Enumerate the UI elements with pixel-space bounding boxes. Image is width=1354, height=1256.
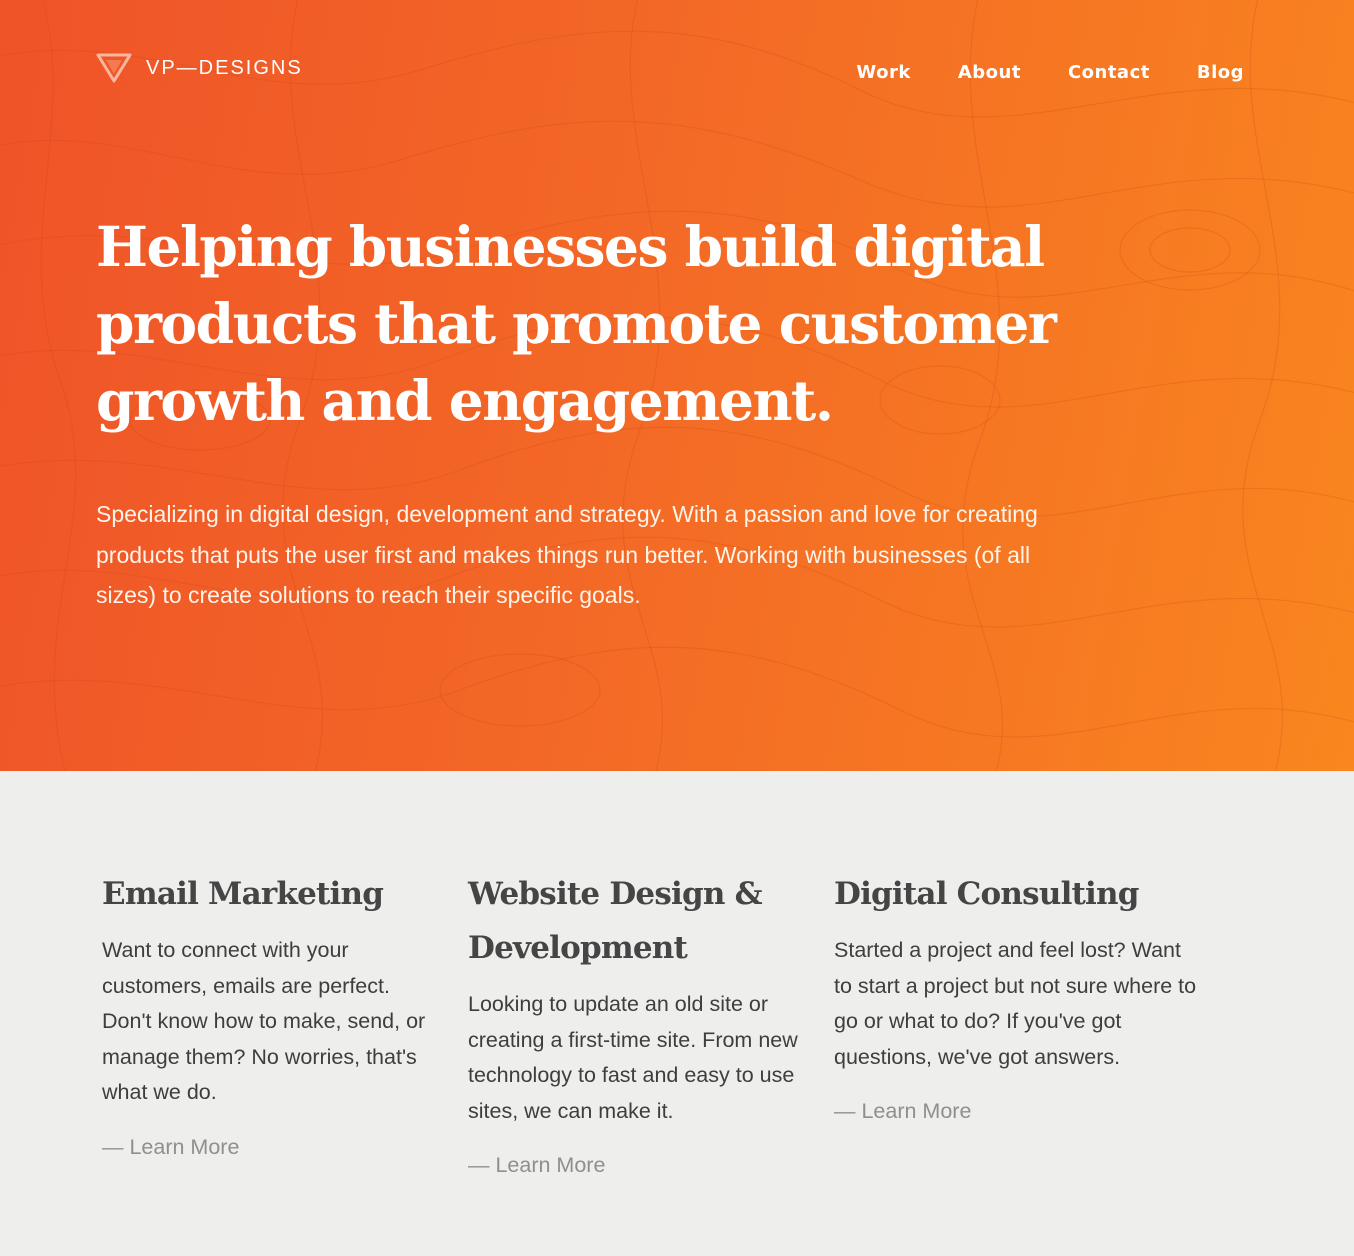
services-section: Email Marketing Want to connect with you… — [0, 771, 1354, 1256]
hero-headline: Helping businesses build digital product… — [96, 214, 1057, 433]
service-title: Email Marketing — [102, 876, 384, 912]
service-title: Digital Consulting — [834, 876, 1139, 912]
nav-link-about[interactable]: About — [958, 62, 1021, 83]
learn-more-link[interactable]: — Learn More — [468, 1150, 605, 1180]
learn-more-link[interactable]: — Learn More — [102, 1132, 239, 1162]
logo-text: VP—DESIGNS — [146, 56, 303, 79]
service-description: Want to connect with your customers, ema… — [102, 938, 426, 1104]
learn-more-link[interactable]: — Learn More — [834, 1096, 971, 1126]
service-title: Website Design & Development — [468, 876, 763, 966]
nav-link-blog[interactable]: Blog — [1197, 62, 1244, 83]
service-email-marketing: Email Marketing Want to connect with you… — [102, 867, 432, 1162]
hero-intro: Specializing in digital design, developm… — [96, 501, 1038, 608]
nav-link-work[interactable]: Work — [856, 62, 910, 83]
logo[interactable]: VP—DESIGNS — [96, 52, 303, 84]
service-website-design: Website Design & Development Looking to … — [468, 867, 798, 1180]
service-description: Started a project and feel lost? Want to… — [834, 938, 1197, 1069]
hero-section: VP—DESIGNS Work About Contact Blog Helpi… — [0, 0, 1354, 771]
service-digital-consulting: Digital Consulting Started a project and… — [834, 867, 1204, 1126]
triangle-logo-icon — [96, 53, 132, 83]
nav-link-contact[interactable]: Contact — [1068, 62, 1150, 83]
main-nav: Work About Contact Blog — [856, 62, 1244, 83]
service-description: Looking to update an old site or creatin… — [468, 992, 798, 1123]
